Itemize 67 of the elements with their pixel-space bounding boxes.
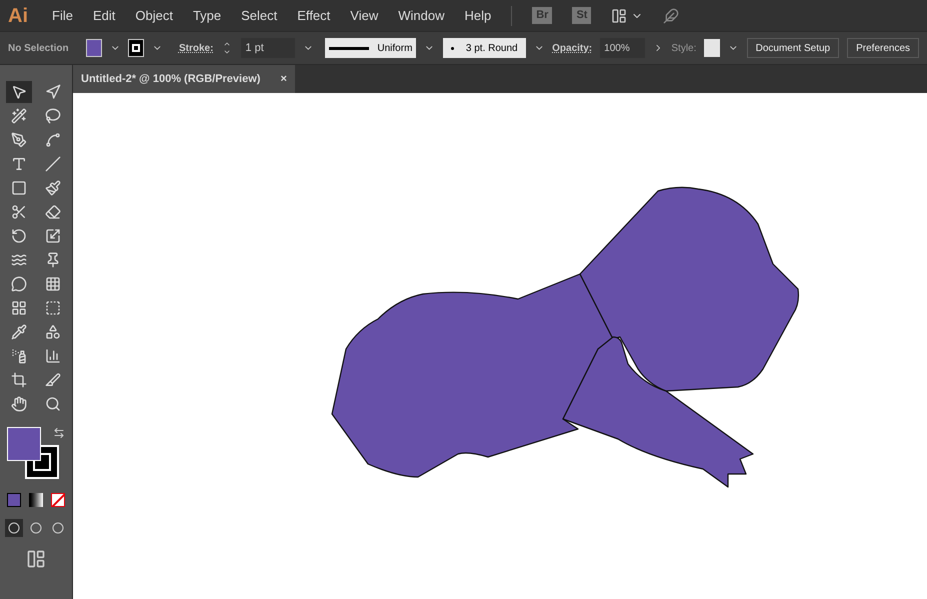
selection-status: No Selection xyxy=(8,42,70,56)
toolbar-button[interactable]: Preferences xyxy=(847,38,920,58)
feather-icon[interactable] xyxy=(663,8,680,24)
knife-icon xyxy=(45,372,61,388)
spray-can-icon xyxy=(11,348,27,364)
rotate-icon xyxy=(11,228,27,244)
opacity-field[interactable]: 100% xyxy=(600,38,645,58)
workspace-icon[interactable] xyxy=(611,8,628,24)
pen-icon xyxy=(11,132,27,148)
color-mode-button[interactable] xyxy=(7,493,21,507)
menu-item[interactable]: Object xyxy=(135,6,173,26)
shapes-icon xyxy=(45,324,61,340)
menu-item[interactable]: Window xyxy=(398,6,444,26)
scale-icon xyxy=(45,228,61,244)
arrow-icon xyxy=(11,84,27,100)
document-title: Untitled-2* @ 100% (RGB/Preview) xyxy=(81,72,260,87)
menu-item[interactable]: File xyxy=(52,6,73,26)
square-icon xyxy=(11,180,27,196)
hand-icon xyxy=(11,396,27,412)
menu-item[interactable]: Effect xyxy=(297,6,330,26)
fill-swatch[interactable] xyxy=(86,39,102,57)
screen-mode-icon[interactable] xyxy=(26,549,46,569)
crop-icon xyxy=(11,372,27,388)
style-label: Style: xyxy=(671,42,696,56)
arrow-icon xyxy=(45,84,61,100)
wave-icon xyxy=(11,252,27,268)
circle-icon xyxy=(30,522,42,534)
pin-icon xyxy=(45,252,61,268)
curve-icon xyxy=(45,132,61,148)
circle-icon xyxy=(8,522,20,534)
fill-stroke-swatches-drawing[interactable] xyxy=(7,427,59,479)
stroke-weight-field[interactable]: 1 pt xyxy=(241,38,295,58)
bar-chart-icon xyxy=(45,348,61,364)
close-button[interactable]: × xyxy=(280,70,287,88)
brush-field[interactable]: 3 pt. Round xyxy=(442,38,526,58)
draw-mode-button[interactable] xyxy=(5,519,23,537)
wand-icon xyxy=(11,108,27,124)
menu-item[interactable]: Edit xyxy=(92,6,116,26)
grid-icon xyxy=(45,276,61,292)
menu-item[interactable]: View xyxy=(350,6,378,26)
eyedropper-icon xyxy=(11,324,27,340)
menu-item[interactable]: Type xyxy=(192,6,222,26)
none-mode-button[interactable] xyxy=(51,493,65,507)
toolbar-button[interactable]: Document Setup xyxy=(746,38,840,58)
scissors-icon xyxy=(11,204,27,220)
document-tab[interactable]: Untitled-2* @ 100% (RGB/Preview) × xyxy=(73,65,295,93)
app-logo: Ai xyxy=(8,4,28,28)
square-icon xyxy=(45,300,61,316)
circle-icon xyxy=(52,522,64,534)
gradient-mode-button[interactable] xyxy=(29,493,43,507)
stroke-profile-field[interactable]: Uniform xyxy=(325,38,416,58)
grid-icon xyxy=(11,300,27,316)
menu-item[interactable]: Help xyxy=(464,6,492,26)
search-icon xyxy=(45,396,61,412)
menu-item[interactable]: Select xyxy=(241,6,278,26)
style-swatch[interactable] xyxy=(704,39,720,57)
text-icon xyxy=(11,156,27,172)
opacity-label: Opacity: xyxy=(552,42,592,56)
stroke-label: Stroke: xyxy=(178,42,214,56)
eraser-icon xyxy=(45,204,61,220)
lasso-icon xyxy=(45,108,61,124)
stroke-swatch[interactable] xyxy=(128,39,144,57)
brush-icon xyxy=(45,180,61,196)
line-icon xyxy=(45,156,61,172)
swap-icon[interactable] xyxy=(53,427,65,439)
tool-button[interactable] xyxy=(6,81,32,103)
speech-bubble-icon xyxy=(11,276,27,292)
